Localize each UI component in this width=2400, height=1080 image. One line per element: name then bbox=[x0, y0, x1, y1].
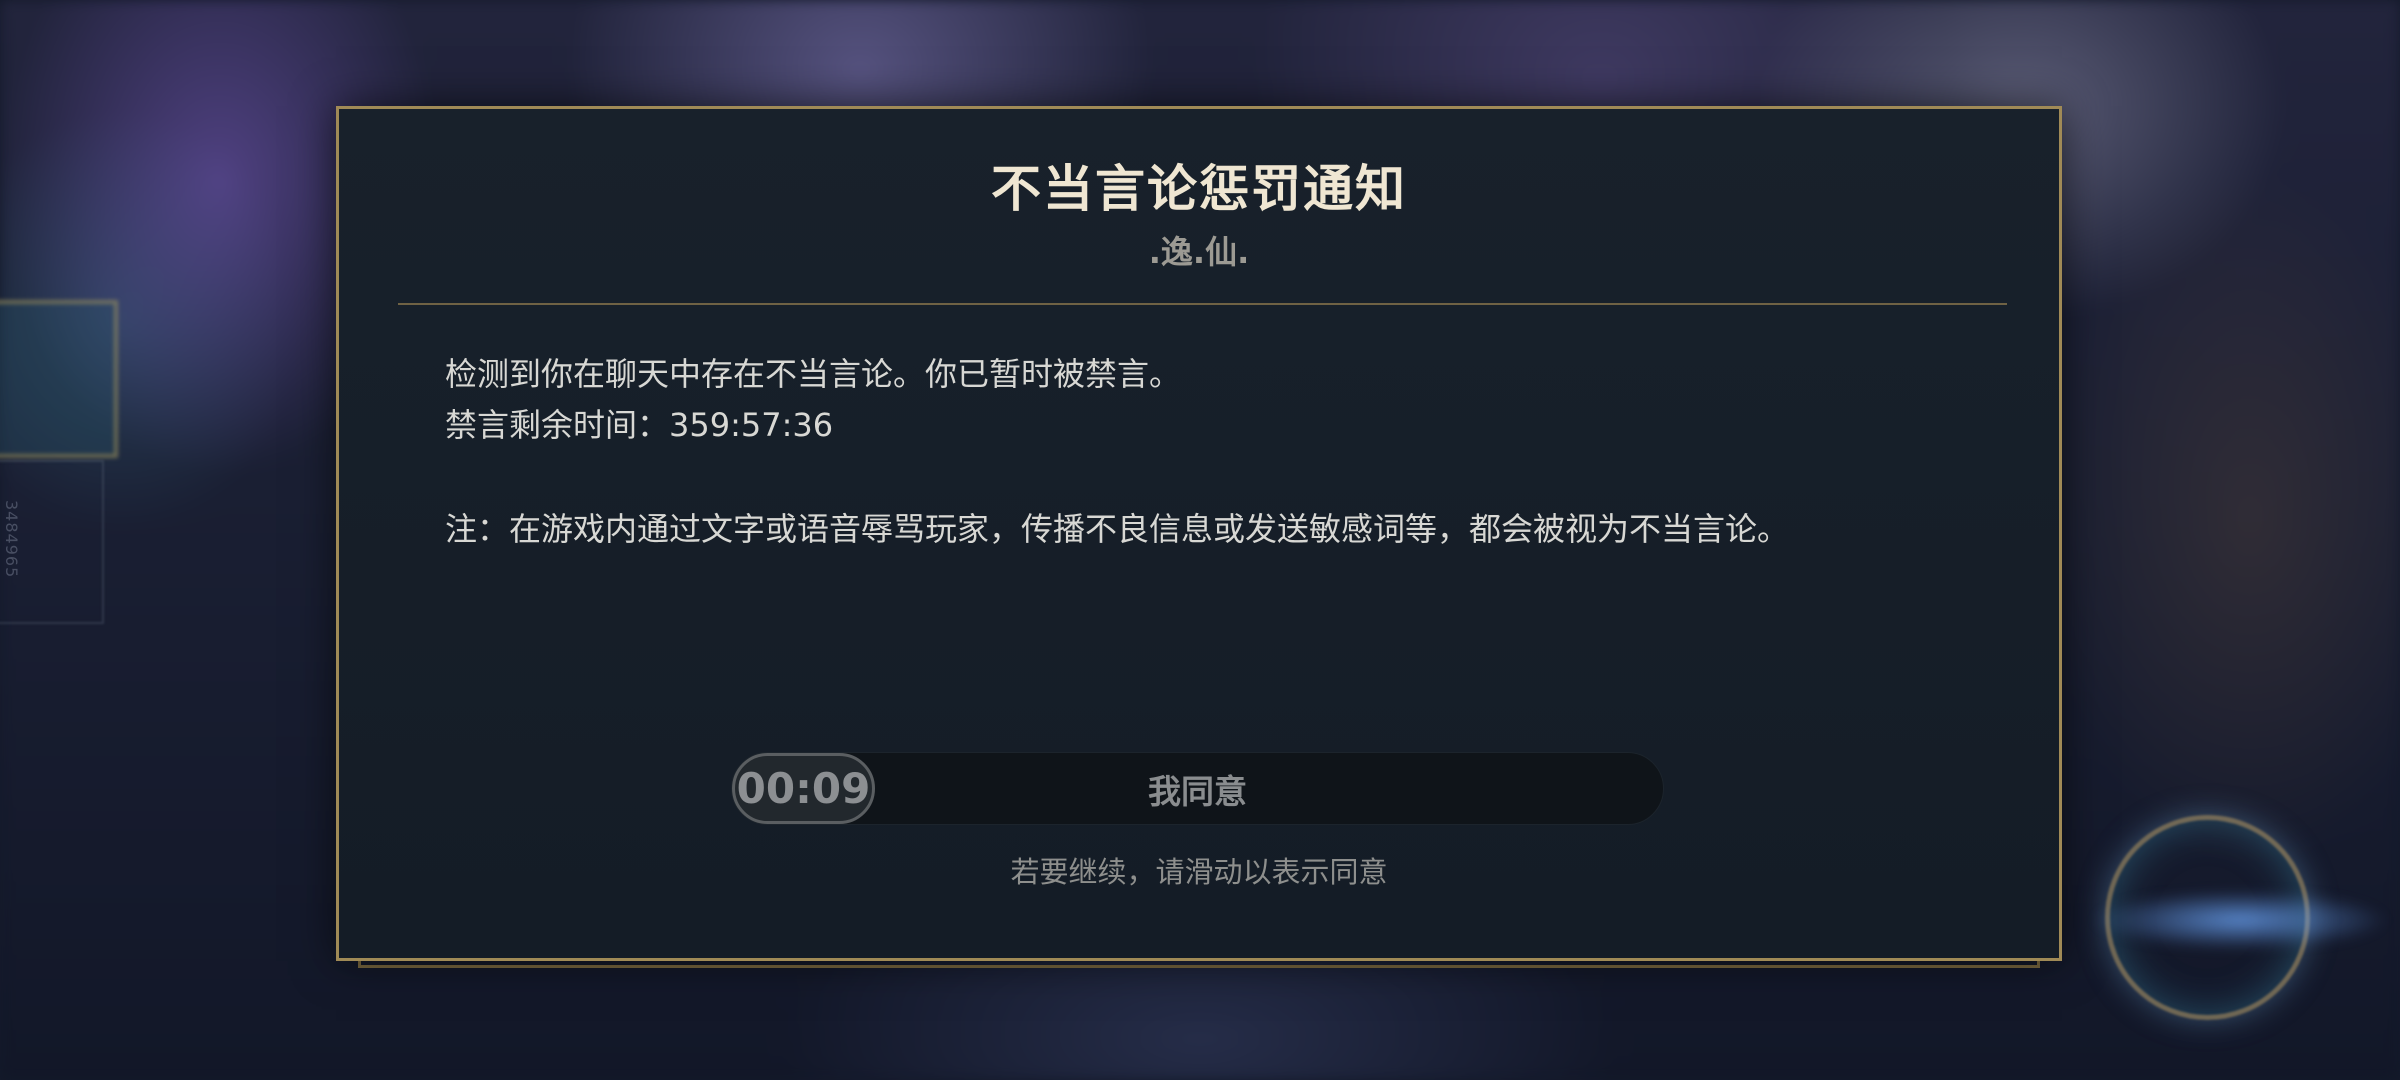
notice-note: 注：在游戏内通过文字或语音辱骂玩家，传播不良信息或发送敏感词等，都会被视为不当言… bbox=[445, 510, 1790, 548]
game-screen: 3484965 不当言论惩罚通知 .逸.仙. 检测到你在聊天中存在不当言论。你已… bbox=[0, 0, 2400, 1080]
notice-body: 检测到你在聊天中存在不当言论。你已暂时被禁言。 禁言剩余时间：359:57:36… bbox=[445, 349, 1789, 555]
background-glow bbox=[2090, 890, 2390, 950]
penalty-notice-dialog: 不当言论惩罚通知 .逸.仙. 检测到你在聊天中存在不当言论。你已暂时被禁言。 禁… bbox=[336, 106, 2062, 961]
background-hud-panel bbox=[0, 300, 118, 458]
dialog-bottom-edge bbox=[358, 960, 2040, 968]
side-id-watermark: 3484965 bbox=[2, 500, 21, 579]
remaining-time-line: 禁言剩余时间：359:57:36 bbox=[445, 400, 1789, 451]
dialog-title: 不当言论惩罚通知 bbox=[991, 160, 1407, 218]
agree-slider-thumb-countdown[interactable]: 00:09 bbox=[732, 753, 875, 824]
remaining-time-value: 359:57:36 bbox=[669, 406, 834, 444]
notice-message: 检测到你在聊天中存在不当言论。你已暂时被禁言。 bbox=[445, 355, 1182, 393]
title-divider bbox=[398, 303, 2007, 305]
player-name: .逸.仙. bbox=[1148, 233, 1250, 271]
slide-hint: 若要继续，请滑动以表示同意 bbox=[1010, 855, 1388, 889]
remaining-time-label: 禁言剩余时间： bbox=[445, 406, 670, 444]
